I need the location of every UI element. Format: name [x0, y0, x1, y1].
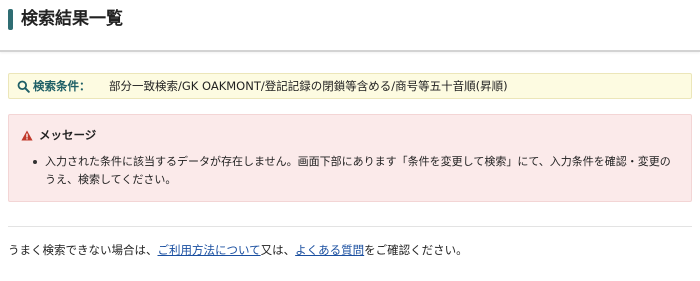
- help-text-prefix: うまく検索できない場合は、: [8, 243, 158, 257]
- search-criteria-box: 検索条件： 部分一致検索/GK OAKMONT/登記記録の閉鎖等含める/商号等五…: [8, 73, 692, 99]
- list-bullet: [33, 160, 37, 164]
- help-text-suffix: をご確認ください。: [364, 243, 468, 257]
- usage-guide-link[interactable]: ご利用方法について: [158, 243, 261, 257]
- divider: [8, 226, 692, 227]
- message-text: 入力された条件に該当するデータが存在しません。画面下部にあります「条件を変更して…: [45, 155, 671, 186]
- message-box: メッセージ 入力された条件に該当するデータが存在しません。画面下部にあります「条…: [8, 114, 692, 202]
- page-header: 検索結果一覧: [0, 0, 700, 52]
- search-icon: [17, 80, 30, 93]
- page-title: 検索結果一覧: [21, 9, 123, 29]
- faq-link[interactable]: よくある質問: [295, 243, 364, 257]
- warning-icon: [21, 130, 33, 141]
- help-text-middle: 又は、: [260, 243, 296, 257]
- search-criteria-value: 部分一致検索/GK OAKMONT/登記記録の閉鎖等含める/商号等五十音順(昇順…: [109, 79, 508, 93]
- title-accent-bar: [8, 9, 13, 30]
- help-text: うまく検索できない場合は、ご利用方法について又は、よくある質問をご確認ください。: [8, 242, 468, 258]
- message-title: メッセージ: [39, 128, 97, 142]
- search-criteria-label: 検索条件：: [33, 79, 91, 93]
